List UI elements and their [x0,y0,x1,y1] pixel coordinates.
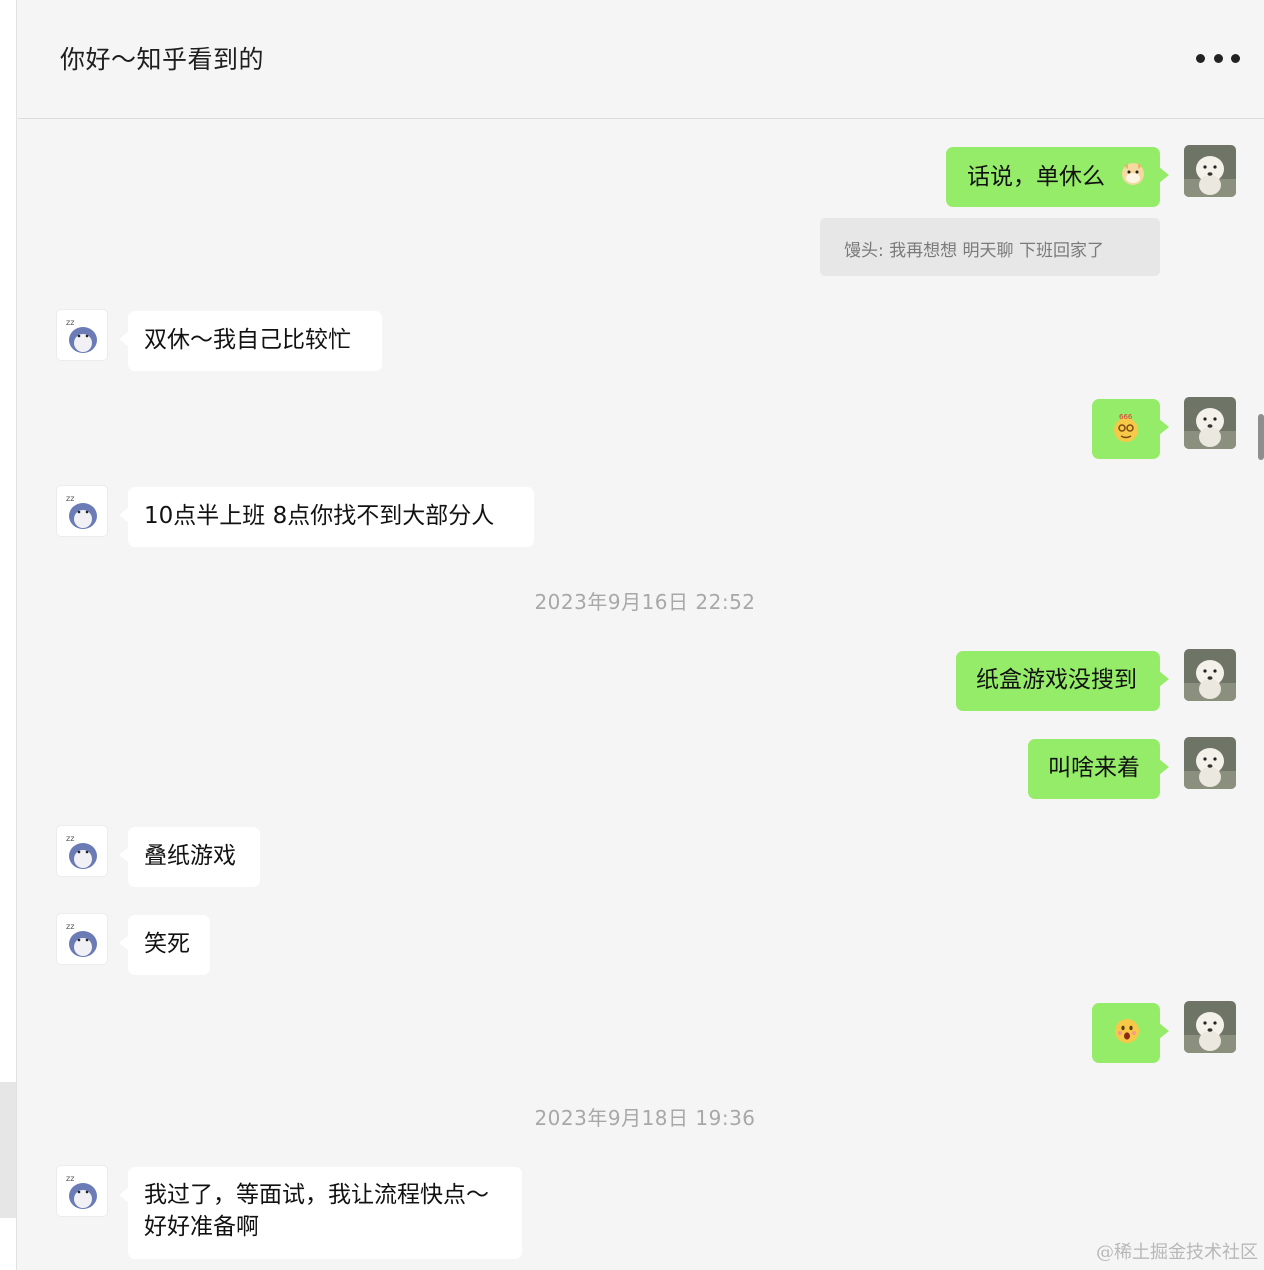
doge-emoji-icon [1120,160,1146,195]
surprised-emoji-icon [1113,1017,1141,1054]
svg-text:zz: zz [66,1174,74,1183]
timestamp: 2023年9月18日 19:36 [534,1106,756,1130]
message-bubble-sent[interactable]: 纸盒游戏没搜到 [956,651,1169,711]
message-bubble-received[interactable]: 笑死 [119,915,210,975]
message-bubble-sent[interactable]: 666 [1092,399,1169,459]
my-avatar[interactable] [1184,145,1236,197]
contact-avatar[interactable]: zz [56,825,108,877]
message-bubble-received[interactable]: 10点半上班 8点你找不到大部分人 [119,487,534,547]
message-bubble-sent[interactable] [1092,1003,1169,1063]
message-bubble-received[interactable]: 叠纸游戏 [119,827,260,887]
message-text-line: 好好准备啊 [144,1214,259,1240]
svg-text:zz: zz [66,922,74,931]
svg-text:zz: zz [66,318,74,327]
message-text: 话说，单休么 [967,164,1105,190]
contact-avatar[interactable]: zz [56,485,108,537]
quoted-message[interactable]: 馒头: 我再想想 明天聊 下班回家了 [820,218,1160,276]
my-avatar[interactable] [1184,397,1236,449]
contact-avatar[interactable]: zz [56,1165,108,1217]
my-avatar[interactable] [1184,1001,1236,1053]
message-bubble-sent[interactable]: 叫啥来着 [1028,739,1169,799]
666-emoji-icon: 666 [1112,413,1140,452]
watermark: @稀土掘金技术社区 [1096,1242,1258,1263]
svg-text:zz: zz [66,494,74,503]
svg-text:666: 666 [1119,413,1133,421]
message-text-line: 我过了，等面试，我让流程快点～ [144,1182,489,1208]
my-avatar[interactable] [1184,737,1236,789]
left-panel-edge [0,0,17,1270]
ellipsis-icon [1196,53,1205,63]
message-bubble-sent[interactable]: 话说，单休么 [946,147,1169,207]
message-bubble-received[interactable]: 双休～我自己比较忙 [119,311,382,371]
chat-header: 你好～知乎看到的 [18,0,1264,119]
right-scrollbar-thumb[interactable] [1258,414,1264,460]
timestamp: 2023年9月16日 22:52 [534,590,756,614]
svg-text:zz: zz [66,834,74,843]
contact-avatar[interactable]: zz [56,913,108,965]
contact-avatar[interactable]: zz [56,309,108,361]
my-avatar[interactable] [1184,649,1236,701]
chat-title: 你好～知乎看到的 [60,45,265,74]
message-bubble-received[interactable]: 我过了，等面试，我让流程快点～ 好好准备啊 [119,1167,522,1259]
more-options-button[interactable] [1196,44,1240,72]
ellipsis-icon [1231,53,1240,63]
ellipsis-icon [1213,53,1223,63]
